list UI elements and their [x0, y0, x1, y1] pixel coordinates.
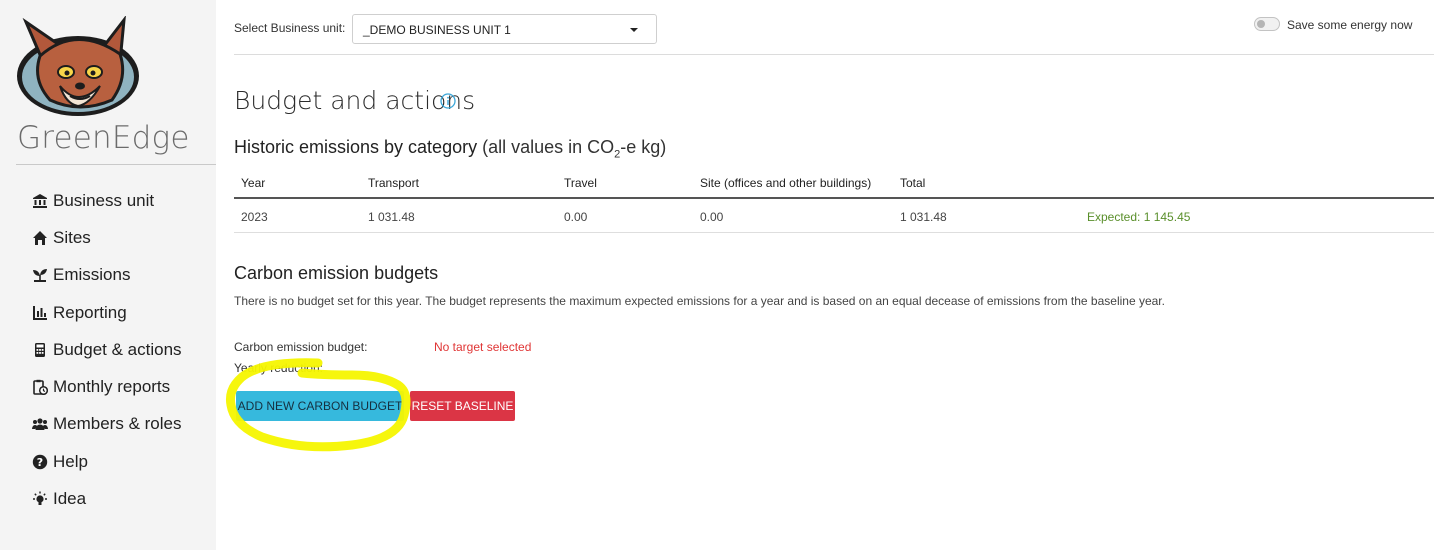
- sidebar-item-label: Members & roles: [53, 414, 182, 434]
- yearly-reduction-label: Yearly reduction:: [234, 361, 323, 375]
- units-prefix: (all values in CO: [482, 137, 615, 157]
- question-circle-icon: ?: [30, 453, 50, 471]
- business-unit-select[interactable]: _DEMO BUSINESS UNIT 1: [352, 14, 657, 44]
- add-carbon-budget-button[interactable]: ADD NEW CARBON BUDGET: [236, 391, 404, 421]
- fox-logo[interactable]: [16, 14, 144, 120]
- report-clock-icon: [30, 378, 50, 396]
- column-header-site: Site (offices and other buildings): [700, 176, 872, 190]
- svg-text:?: ?: [37, 456, 43, 469]
- reset-baseline-button[interactable]: RESET BASELINE: [410, 391, 515, 421]
- sidebar-item-label: Monthly reports: [53, 377, 171, 397]
- sidebar-item-members-roles[interactable]: Members & roles: [30, 406, 182, 443]
- sidebar-item-idea[interactable]: Idea: [30, 480, 182, 517]
- sidebar-item-emissions[interactable]: Emissions: [30, 257, 182, 294]
- sidebar-item-monthly-reports[interactable]: Monthly reports: [30, 368, 182, 405]
- sidebar-item-budget-actions[interactable]: Budget & actions: [30, 331, 182, 368]
- home-icon: [30, 229, 50, 247]
- table-row: 2023 1 031.48 0.00 0.00 1 031.48 Expecte…: [234, 199, 1434, 233]
- budgets-title: Carbon emission budgets: [234, 263, 439, 283]
- brand-name: GreenEdge: [17, 120, 190, 156]
- sidebar-item-reporting[interactable]: Reporting: [30, 294, 182, 331]
- selected-business-unit: _DEMO BUSINESS UNIT 1: [363, 23, 511, 37]
- sidebar-item-label: Reporting: [53, 302, 127, 322]
- sidebar-item-label: Business unit: [53, 190, 155, 210]
- sidebar: GreenEdge Business unit Sites Emissions …: [0, 0, 216, 550]
- column-header-travel: Travel: [564, 176, 597, 190]
- cell-expected: Expected: 1 145.45: [1087, 210, 1191, 224]
- column-header-year: Year: [241, 176, 266, 190]
- cell-year: 2023: [241, 210, 268, 224]
- bank-icon: [30, 192, 50, 210]
- cell-transport: 1 031.48: [368, 210, 415, 224]
- topbar: Select Business unit: _DEMO BUSINESS UNI…: [234, 0, 1434, 55]
- brand-divider: [16, 164, 216, 165]
- historic-title-text: Historic emissions by category: [234, 137, 478, 157]
- budget-label: Carbon emission budget:: [234, 340, 368, 354]
- bar-chart-icon: [30, 304, 50, 322]
- business-unit-label: Select Business unit:: [234, 21, 346, 35]
- budget-value: No target selected: [434, 340, 532, 354]
- historic-emissions-title: Historic emissions by category (all valu…: [234, 137, 666, 161]
- sidebar-item-label: Emissions: [53, 265, 131, 285]
- cell-total: 1 031.48: [900, 210, 947, 224]
- sidebar-nav: Business unit Sites Emissions Reporting …: [30, 182, 182, 518]
- top-divider: [234, 54, 1434, 55]
- calculator-icon: [30, 341, 50, 359]
- sidebar-item-label: Idea: [53, 489, 87, 509]
- column-header-transport: Transport: [368, 176, 419, 190]
- info-icon[interactable]: [440, 93, 456, 109]
- seedling-icon: [30, 266, 50, 284]
- lightbulb-icon: [30, 490, 50, 508]
- column-header-total: Total: [900, 176, 926, 190]
- energy-label: Save some energy now: [1287, 18, 1413, 32]
- sidebar-item-label: Budget & actions: [53, 339, 182, 359]
- users-icon: [30, 415, 50, 433]
- historic-emissions-table: Year Transport Travel Site (offices and …: [234, 168, 1434, 233]
- chevron-down-icon: [630, 28, 638, 32]
- sidebar-item-business-unit[interactable]: Business unit: [30, 182, 182, 219]
- toggle-knob: [1257, 20, 1265, 28]
- budgets-description: There is no budget set for this year. Th…: [234, 294, 1165, 308]
- sidebar-item-help[interactable]: ? Help: [30, 443, 182, 480]
- units-suffix: -e kg): [620, 137, 667, 157]
- sidebar-item-label: Sites: [53, 227, 91, 247]
- energy-toggle[interactable]: [1254, 17, 1280, 31]
- table-header: Year Transport Travel Site (offices and …: [234, 168, 1434, 199]
- cell-site: 0.00: [700, 210, 724, 224]
- page-title: Budget and actions: [234, 86, 476, 115]
- sidebar-item-label: Help: [53, 451, 88, 471]
- sidebar-item-sites[interactable]: Sites: [30, 219, 182, 256]
- historic-units: (all values in CO2-e kg): [482, 137, 667, 161]
- cell-travel: 0.00: [564, 210, 588, 224]
